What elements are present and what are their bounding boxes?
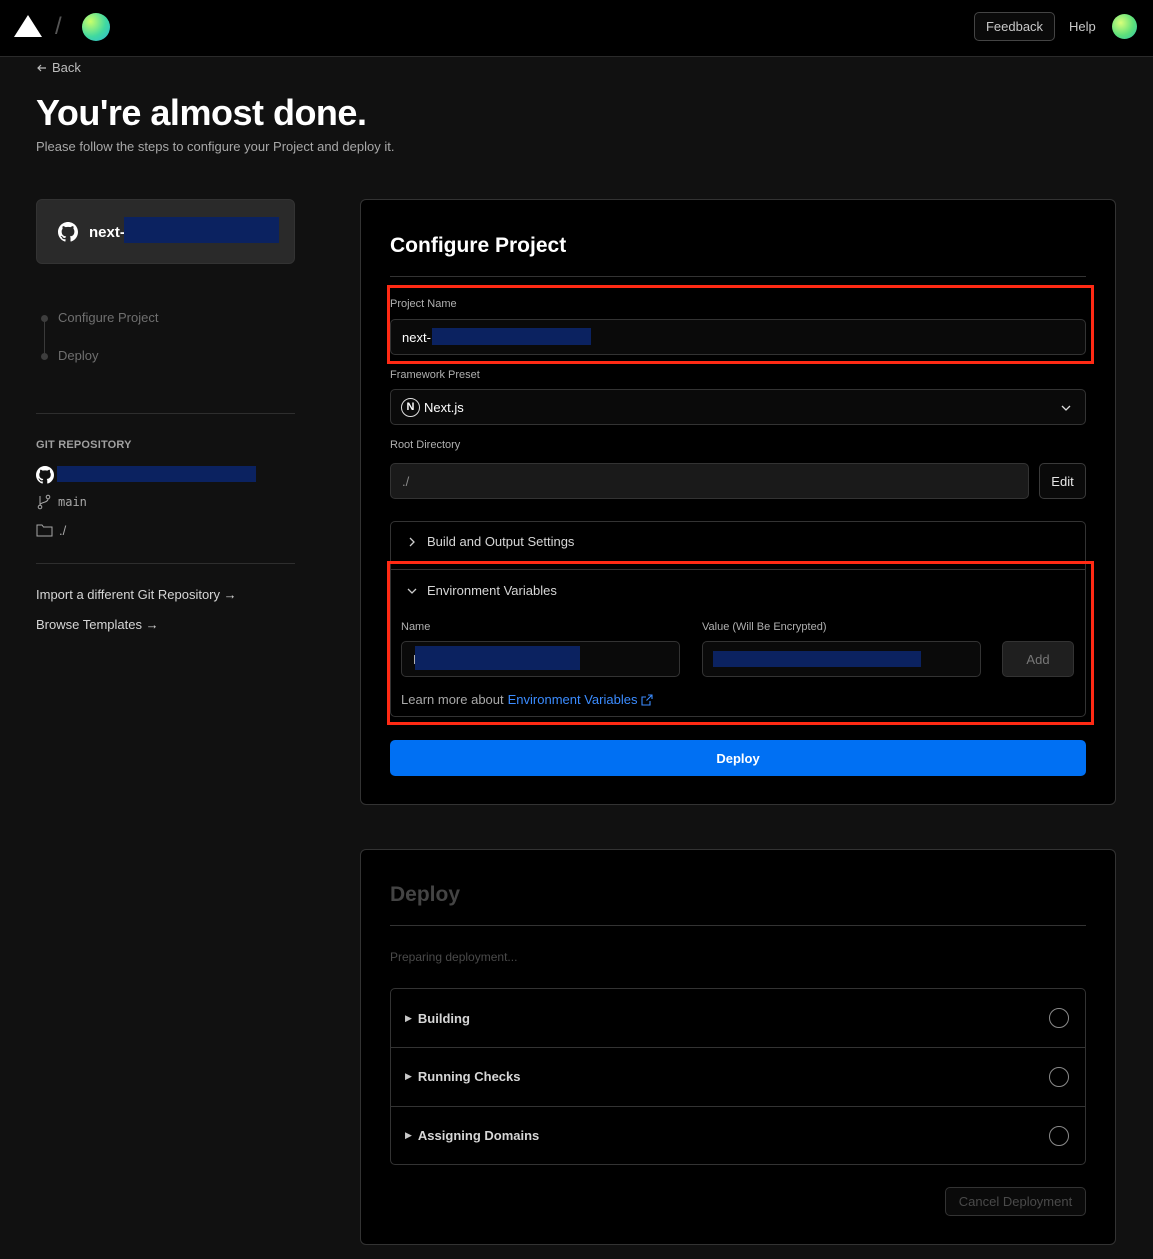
caret-right-icon: ▶ [405,1071,412,1081]
repo-name: next- [89,224,125,241]
pending-status-icon [1049,1008,1069,1028]
framework-preset-label: Framework Preset [390,369,480,381]
build-output-settings-label: Build and Output Settings [427,534,575,549]
deploy-step-building[interactable]: ▶ Building [391,989,1085,1047]
deploy-step-running-checks[interactable]: ▶ Running Checks [391,1047,1085,1105]
pending-status-icon [1049,1067,1069,1087]
breadcrumb-separator: / [55,13,62,40]
github-icon [58,222,78,242]
pending-status-icon [1049,1126,1069,1146]
user-avatar[interactable] [1112,14,1137,39]
chevron-right-icon [409,537,415,547]
deploy-status: Preparing deployment... [390,950,518,964]
caret-right-icon: ▶ [405,1012,412,1023]
help-link[interactable]: Help [1069,19,1096,34]
top-bar: / Feedback Help [0,0,1153,57]
git-branch-row: main [36,494,87,510]
branch-name: main [58,495,87,509]
directory-row: ./ [36,523,66,538]
deploy-step-label: Building [417,1010,470,1026]
configure-project-title: Configure Project [390,234,567,257]
step-configure-project: Configure Project [58,310,159,325]
arrow-left-icon [37,64,46,71]
step-dot [41,353,48,360]
redacted-repo-name [124,217,279,243]
sidebar-divider [36,413,295,414]
page-subtitle: Please follow the steps to configure you… [36,139,395,154]
environment-variables-highlight [387,561,1094,725]
back-link[interactable]: Back [36,60,81,75]
deploy-title: Deploy [390,883,461,906]
root-directory-value: ./ [402,473,410,489]
back-label: Back [52,60,81,75]
deploy-button[interactable]: Deploy [390,740,1086,776]
triangle-logo-icon[interactable] [14,15,42,37]
caret-right-icon: ▶ [405,1130,412,1140]
root-directory-label: Root Directory [390,439,461,451]
framework-preset-select[interactable]: N Next.js [390,389,1086,425]
sidebar-divider [36,563,295,564]
card-divider [390,276,1086,277]
deploy-step-assigning-domains[interactable]: ▶ Assigning Domains [391,1106,1085,1164]
root-directory-input: ./ [390,463,1029,499]
edit-root-directory-button[interactable]: Edit [1039,463,1086,499]
folder-icon [36,524,53,537]
cancel-deployment-button[interactable]: Cancel Deployment [945,1187,1086,1216]
card-divider [390,925,1086,926]
repo-card: next- [36,199,295,264]
redacted-repo-path [57,466,256,482]
page-title: You're almost done. [36,92,367,133]
directory-path: ./ [59,523,67,538]
import-git-repo-link[interactable]: Import a different Git Repository → [36,587,237,602]
project-name-highlight [387,285,1094,364]
step-dot [41,315,48,322]
git-repository-label: GIT REPOSITORY [36,439,132,451]
step-deploy: Deploy [58,348,99,363]
git-branch-icon [37,494,51,510]
framework-value: Next.js [424,399,464,415]
git-repo-row[interactable] [36,466,54,484]
nextjs-icon: N [401,397,420,417]
deploy-step-label: Assigning Domains [417,1128,540,1143]
steps-connector [44,318,45,356]
feedback-button[interactable]: Feedback [974,12,1055,41]
chevron-down-icon [1061,405,1071,411]
deploy-step-label: Running Checks [417,1069,521,1084]
team-avatar[interactable] [82,13,110,41]
browse-templates-link[interactable]: Browse Templates → [36,617,159,632]
github-icon [36,466,54,484]
